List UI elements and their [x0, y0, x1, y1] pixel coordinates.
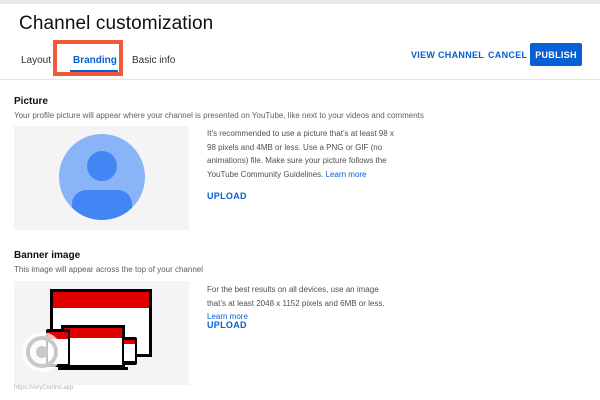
publish-button[interactable]: PUBLISH	[530, 43, 582, 66]
banner-upload-button[interactable]: UPLOAD	[207, 320, 247, 330]
picture-section-description: Your profile picture will appear where y…	[14, 111, 424, 120]
banner-section-title: Banner image	[14, 250, 81, 261]
devices-icon	[22, 289, 152, 372]
banner-image-preview	[14, 281, 189, 385]
top-border	[0, 0, 600, 4]
picture-upload-button[interactable]: UPLOAD	[207, 191, 247, 201]
profile-picture-preview	[14, 126, 189, 230]
page-title: Channel customization	[19, 13, 214, 34]
cancel-button[interactable]: CANCEL	[488, 50, 527, 60]
picture-info: It’s recommended to use a picture that’s…	[207, 127, 397, 181]
channel-customization-page: Channel customization Layout Branding Ba…	[0, 0, 600, 400]
banner-info-text: For the best results on all devices, use…	[207, 285, 385, 308]
tab-basic-info[interactable]: Basic info	[132, 55, 175, 66]
picture-section-title: Picture	[14, 96, 48, 107]
header-divider	[0, 79, 600, 80]
tab-layout[interactable]: Layout	[21, 55, 51, 66]
view-channel-button[interactable]: VIEW CHANNEL	[411, 50, 484, 60]
watermark-url: https://AnyControl.app	[14, 385, 74, 391]
tab-highlight-box	[53, 40, 123, 76]
banner-section-description: This image will appear across the top of…	[14, 265, 203, 274]
picture-learn-more-link[interactable]: Learn more	[326, 170, 367, 179]
banner-info: For the best results on all devices, use…	[207, 283, 397, 324]
avatar-icon	[59, 134, 145, 220]
